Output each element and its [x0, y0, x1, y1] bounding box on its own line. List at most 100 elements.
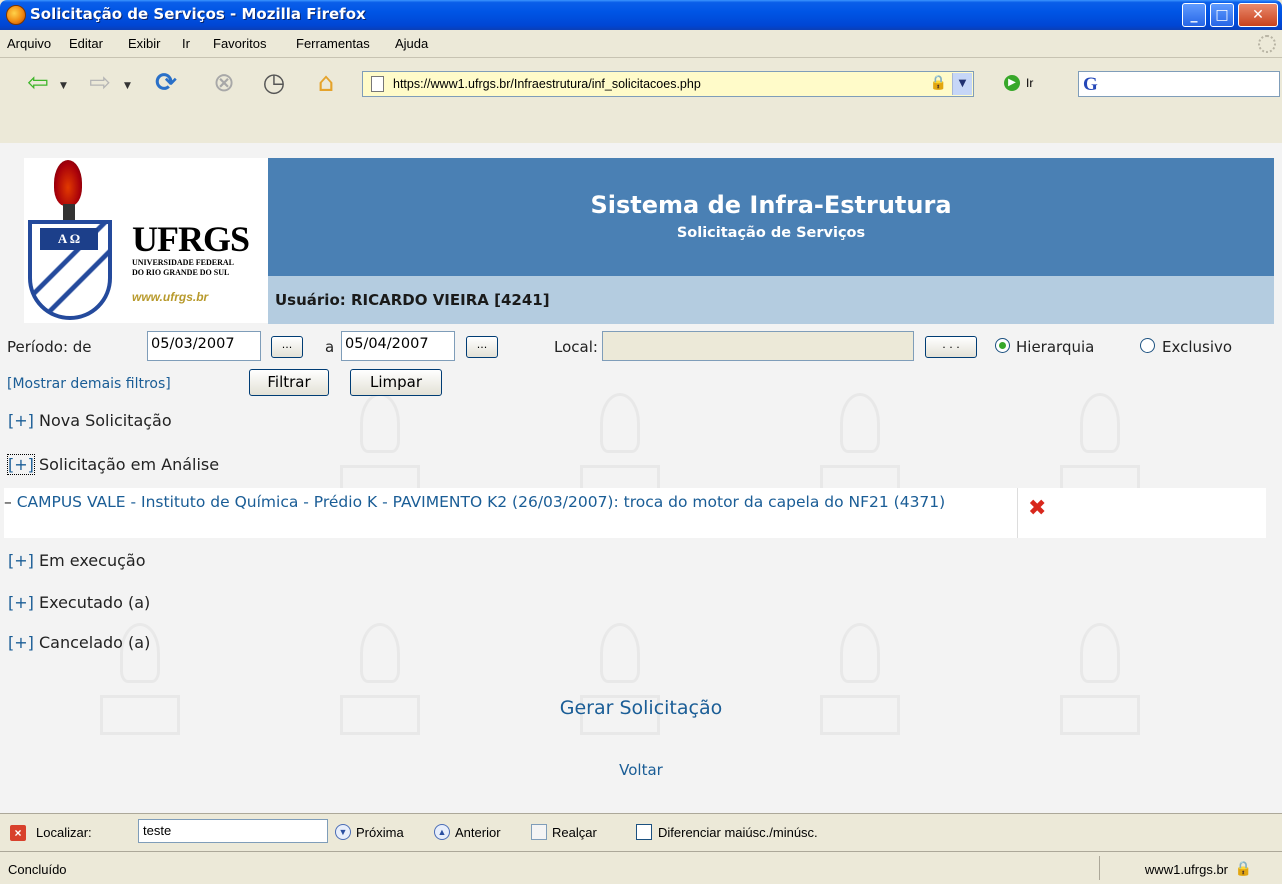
back-dropdown-icon[interactable]: ▼ — [60, 81, 67, 91]
column-divider — [1017, 488, 1018, 538]
local-picker-button[interactable]: . . . — [925, 336, 977, 358]
menu-favoritos[interactable]: Favoritos — [213, 36, 266, 51]
url-text[interactable]: https://www1.ufrgs.br/Infraestrutura/inf… — [393, 77, 701, 91]
filter-button[interactable]: Filtrar — [249, 369, 329, 396]
logo-subtitle-line2: DO RIO GRANDE DO SUL — [132, 268, 230, 277]
date-to-input[interactable]: 05/04/2007 — [341, 331, 455, 361]
back-link[interactable]: Voltar — [0, 761, 1282, 779]
navigation-toolbar: ⇦ ▼ ⇨ ▼ ⟳ ⊗ ◷ ⌂ https://www1.ufrgs.br/In… — [0, 59, 1282, 143]
address-dropdown-icon[interactable]: ▼ — [952, 73, 972, 95]
search-input[interactable]: G — [1078, 71, 1280, 97]
generate-request-link[interactable]: Gerar Solicitação — [0, 697, 1282, 719]
logo-name: UFRGS — [132, 219, 250, 259]
filter-actions-row: [Mostrar demais filtros] Filtrar Limpar — [0, 367, 1282, 397]
more-filters-link[interactable]: [Mostrar demais filtros] — [7, 376, 171, 392]
go-icon: ▶ — [1004, 75, 1020, 91]
menu-editar[interactable]: Editar — [69, 36, 103, 51]
firefox-icon — [6, 5, 26, 25]
go-button[interactable]: ▶ Ir — [1004, 75, 1033, 91]
date-to-picker-button[interactable]: ... — [466, 336, 498, 358]
section-em-analise[interactable]: [+] Solicitação em Análise — [7, 454, 220, 475]
section-em-execucao[interactable]: [+] Em execução — [8, 551, 145, 570]
history-icon[interactable]: ◷ — [258, 68, 290, 100]
status-divider — [1099, 856, 1100, 880]
period-label: Período: de — [7, 338, 92, 356]
expand-toggle[interactable]: [+] — [8, 593, 34, 612]
status-host: www1.ufrgs.br — [1144, 862, 1228, 877]
find-bar: × Localizar: teste ▼ Próxima ▲ Anterior … — [0, 813, 1282, 851]
expand-toggle[interactable]: [+] — [8, 551, 34, 570]
section-label: Cancelado (a) — [38, 633, 151, 652]
highlight-button[interactable]: Realçar — [552, 825, 597, 840]
local-label: Local: — [554, 338, 598, 356]
torch-flame-icon — [54, 160, 82, 206]
section-executado[interactable]: [+] Executado (a) — [8, 593, 150, 612]
menu-exibir[interactable]: Exibir — [128, 36, 161, 51]
menu-arquivo[interactable]: Arquivo — [7, 36, 51, 51]
maximize-icon: □ — [1215, 7, 1229, 23]
stop-icon[interactable]: ⊗ — [208, 68, 240, 100]
menu-ajuda[interactable]: Ajuda — [395, 36, 428, 51]
date-between-label: a — [325, 338, 335, 356]
match-case-checkbox[interactable] — [636, 824, 652, 840]
find-label: Localizar: — [36, 825, 92, 840]
exclusivo-label[interactable]: Exclusivo — [1162, 338, 1232, 356]
status-bar: Concluído www1.ufrgs.br 🔒 — [0, 851, 1282, 884]
hierarquia-radio[interactable] — [995, 338, 1010, 353]
page-icon — [371, 76, 384, 92]
clear-button[interactable]: Limpar — [350, 369, 442, 396]
section-nova-solicitacao[interactable]: [+] Nova Solicitação — [8, 411, 172, 430]
forward-icon[interactable]: ⇨ — [84, 68, 116, 100]
google-icon[interactable]: G — [1083, 74, 1098, 96]
date-from-input[interactable]: 05/03/2007 — [147, 331, 261, 361]
find-next-button[interactable]: Próxima — [356, 825, 404, 840]
address-bar[interactable]: https://www1.ufrgs.br/Infraestrutura/inf… — [362, 71, 974, 97]
find-input[interactable]: teste — [138, 819, 328, 843]
window-title: Solicitação de Serviços - Mozilla Firefo… — [30, 5, 366, 23]
local-input[interactable] — [602, 331, 914, 361]
expand-toggle[interactable]: [+] — [8, 633, 34, 652]
lock-icon[interactable]: 🔒 — [930, 75, 947, 91]
ufrgs-logo: A Ω UFRGS UNIVERSIDADE FEDERAL DO RIO GR… — [24, 158, 268, 323]
section-label: Executado (a) — [38, 593, 151, 612]
section-label: Em execução — [38, 551, 146, 570]
back-icon[interactable]: ⇦ — [22, 68, 54, 100]
logo-subtitle-line1: UNIVERSIDADE FEDERAL — [132, 258, 235, 267]
close-find-icon[interactable]: × — [10, 825, 26, 841]
request-link[interactable]: – CAMPUS VALE - Instituto de Química - P… — [4, 492, 1004, 513]
expand-toggle[interactable]: [+] — [7, 454, 35, 475]
menu-ir[interactable]: Ir — [182, 36, 190, 51]
section-cancelado[interactable]: [+] Cancelado (a) — [8, 633, 150, 652]
minimize-icon: _ — [1190, 7, 1198, 23]
highlight-icon[interactable] — [531, 824, 547, 840]
find-previous-button[interactable]: Anterior — [455, 825, 501, 840]
expand-toggle[interactable]: [+] — [8, 411, 34, 430]
system-subtitle: Solicitação de Serviços — [676, 225, 866, 241]
match-case-label[interactable]: Diferenciar maiúsc./minúsc. — [658, 825, 818, 840]
section-label: Nova Solicitação — [38, 411, 172, 430]
logo-subtitle: UNIVERSIDADE FEDERAL DO RIO GRANDE DO SU… — [132, 258, 234, 278]
title-bar[interactable]: Solicitação de Serviços - Mozilla Firefo… — [0, 0, 1282, 30]
filter-row: Período: de 05/03/2007 ... a 05/04/2007 … — [0, 329, 1282, 363]
find-next-icon[interactable]: ▼ — [335, 824, 351, 840]
exclusivo-radio[interactable] — [1140, 338, 1155, 353]
request-text[interactable]: CAMPUS VALE - Instituto de Química - Pré… — [17, 493, 946, 511]
user-label: Usuário: RICARDO VIEIRA [4241] — [275, 291, 550, 309]
minimize-button[interactable]: _ — [1182, 3, 1206, 27]
lock-icon[interactable]: 🔒 — [1235, 860, 1252, 877]
maximize-button[interactable]: □ — [1210, 3, 1234, 27]
page-content: A Ω UFRGS UNIVERSIDADE FEDERAL DO RIO GR… — [0, 143, 1282, 813]
status-text: Concluído — [8, 862, 67, 877]
section-label: Solicitação em Análise — [38, 455, 220, 474]
delete-icon[interactable]: ✖ — [1028, 498, 1046, 520]
menu-bar: Arquivo Editar Exibir Ir Favoritos Ferra… — [0, 30, 1282, 58]
menu-ferramentas[interactable]: Ferramentas — [296, 36, 370, 51]
date-from-picker-button[interactable]: ... — [271, 336, 303, 358]
forward-dropdown-icon[interactable]: ▼ — [124, 81, 131, 91]
close-button[interactable]: ✕ — [1238, 3, 1278, 27]
user-bar: Usuário: RICARDO VIEIRA [4241] — [268, 276, 1274, 324]
reload-icon[interactable]: ⟳ — [150, 68, 182, 100]
home-icon[interactable]: ⌂ — [310, 68, 342, 100]
find-previous-icon[interactable]: ▲ — [434, 824, 450, 840]
hierarquia-label[interactable]: Hierarquia — [1016, 338, 1094, 356]
